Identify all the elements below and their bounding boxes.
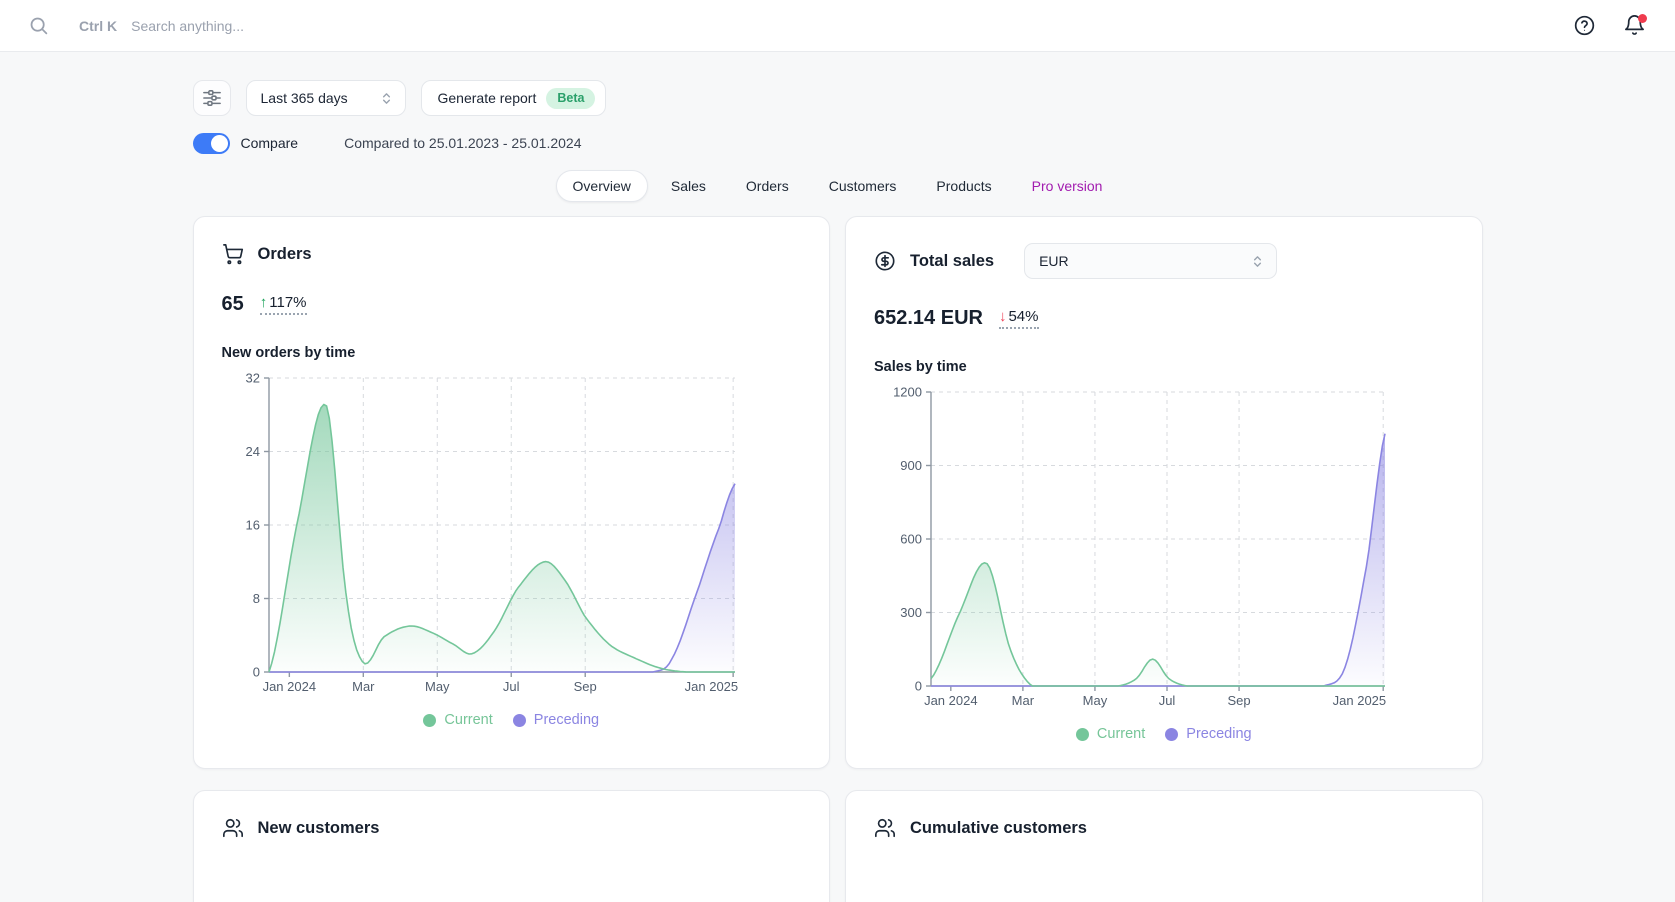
sales-chart: 0 300 600 900 1200 Jan 2024 Mar May Jul Sep Jan 20… [874,383,1454,716]
svg-text:Jan 2025: Jan 2025 [684,679,738,694]
svg-text:Jan 2024: Jan 2024 [924,693,978,708]
preceding-dot-icon [513,714,526,727]
users-icon [874,817,896,839]
preceding-dot-icon [1165,728,1178,741]
analytics-page: Last 365 days Generate report Beta Compa… [193,80,1483,902]
svg-text:0: 0 [915,679,922,694]
select-caret-icon [1249,253,1266,270]
svg-text:Mar: Mar [352,679,375,694]
svg-text:Sep: Sep [573,679,596,694]
compare-toggle[interactable] [193,133,230,154]
svg-text:Sep: Sep [1228,693,1251,708]
total-sales-delta[interactable]: ↓ 54% [999,308,1039,329]
search-input[interactable]: Ctrl K Search anything... [28,15,1571,36]
tab-products[interactable]: Products [919,170,1008,202]
tab-sales[interactable]: Sales [654,170,723,202]
help-icon [1573,14,1596,37]
svg-text:Mar: Mar [1012,693,1035,708]
beta-badge: Beta [546,88,595,109]
svg-text:1200: 1200 [893,385,922,400]
orders-value: 65 [222,293,244,316]
cumulative-customers-card-title: Cumulative customers [910,819,1087,838]
cumulative-customers-card: Cumulative customers [845,790,1483,902]
date-range-value: Last 365 days [261,90,348,106]
legend-item-preceding[interactable]: Preceding [1165,726,1251,742]
users-icon [222,817,244,839]
svg-text:32: 32 [245,371,259,386]
top-bar: Ctrl K Search anything... [0,0,1675,52]
total-sales-card-title: Total sales [910,252,994,271]
currency-select[interactable]: EUR [1024,243,1277,279]
svg-text:May: May [424,679,449,694]
svg-text:16: 16 [245,518,259,533]
orders-card-title: Orders [258,245,312,264]
new-customers-card-title: New customers [258,819,380,838]
select-caret-icon [378,90,395,107]
legend-item-preceding[interactable]: Preceding [513,712,599,728]
generate-report-button[interactable]: Generate report Beta [421,80,607,116]
generate-report-label: Generate report [438,90,537,106]
current-dot-icon [1076,728,1089,741]
svg-text:300: 300 [900,605,922,620]
arrow-up-icon: ↑ [260,294,268,311]
date-range-select[interactable]: Last 365 days [246,80,406,116]
svg-text:24: 24 [245,444,259,459]
notifications-button[interactable] [1621,13,1647,39]
dollar-icon [874,250,896,272]
total-sales-delta-value: 54% [1008,308,1038,325]
legend-item-current[interactable]: Current [423,712,492,728]
svg-text:Jul: Jul [502,679,519,694]
orders-delta-value: 117% [269,294,306,311]
search-shortcut: Ctrl K [79,18,117,34]
legend-item-current[interactable]: Current [1076,726,1145,742]
sales-chart-legend: Current Preceding [874,726,1454,742]
orders-delta[interactable]: ↑ 117% [260,294,307,315]
total-sales-card: Total sales EUR 652.14 EUR ↓ 54% Sales b… [845,216,1483,769]
tab-orders[interactable]: Orders [729,170,806,202]
svg-text:May: May [1083,693,1108,708]
cart-icon [222,243,244,265]
new-customers-card: New customers [193,790,831,902]
sales-chart-title: Sales by time [874,359,1454,375]
tab-customers[interactable]: Customers [812,170,914,202]
toggle-knob [211,135,228,152]
search-placeholder: Search anything... [131,18,244,34]
compare-label: Compare [241,135,299,151]
svg-text:Jul: Jul [1159,693,1176,708]
svg-text:Jan 2024: Jan 2024 [262,679,316,694]
svg-text:600: 600 [900,532,922,547]
total-sales-value: 652.14 EUR [874,307,983,330]
orders-chart-title: New orders by time [222,345,802,361]
notification-dot [1638,14,1647,23]
filters-button[interactable] [193,80,231,116]
svg-text:Jan 2025: Jan 2025 [1333,693,1387,708]
orders-card: Orders 65 ↑ 117% New orders by time 0 8 16… [193,216,831,769]
search-icon [28,15,49,36]
svg-text:0: 0 [252,665,259,680]
svg-text:900: 900 [900,458,922,473]
svg-text:8: 8 [252,591,259,606]
help-button[interactable] [1571,13,1597,39]
tab-overview[interactable]: Overview [556,170,648,202]
section-tabs: Overview Sales Orders Customers Products… [193,170,1483,202]
orders-chart-legend: Current Preceding [222,712,802,728]
compare-caption: Compared to 25.01.2023 - 25.01.2024 [344,135,581,151]
sliders-icon [202,89,222,107]
arrow-down-icon: ↓ [999,308,1007,325]
current-dot-icon [423,714,436,727]
orders-chart: 0 8 16 24 32 Jan 2024 Mar May Jul Sep Jan 2025 [222,369,802,702]
tab-pro-version[interactable]: Pro version [1015,170,1120,202]
currency-value: EUR [1039,253,1069,269]
